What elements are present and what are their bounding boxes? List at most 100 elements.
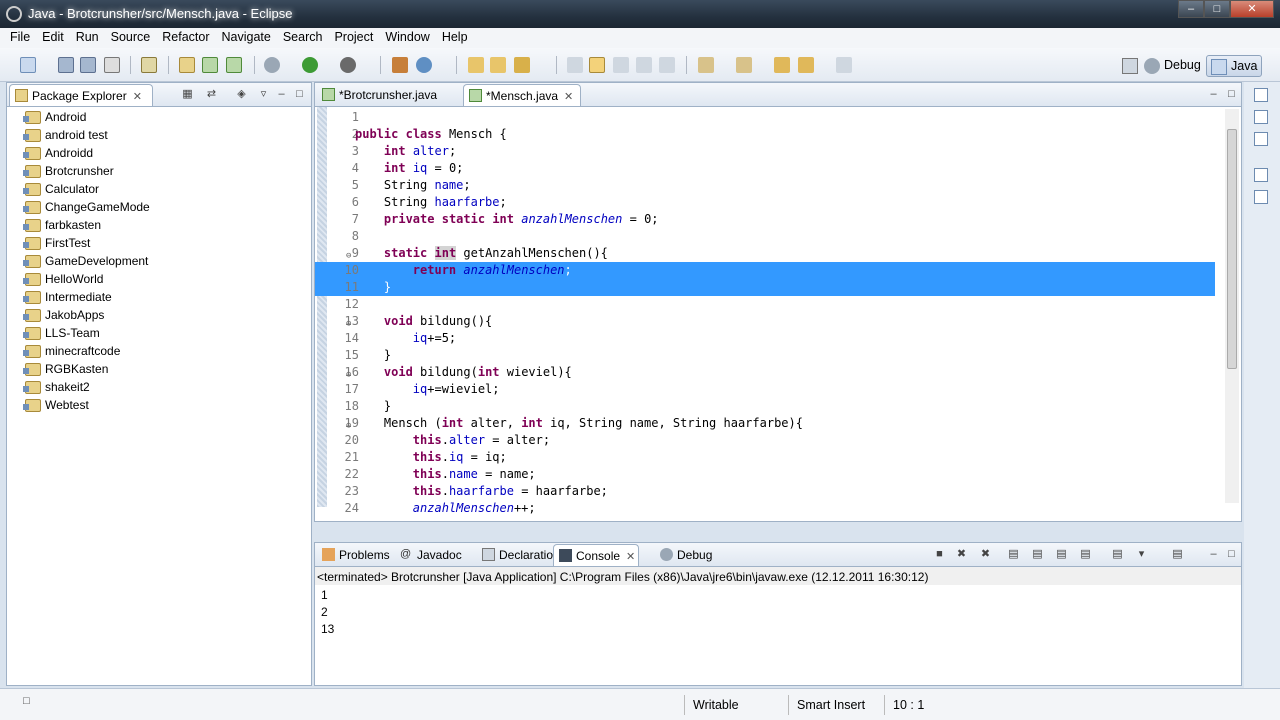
tree-item-webtest[interactable]: Webtest xyxy=(21,397,150,415)
tree-item-firsttest[interactable]: FirstTest xyxy=(21,235,150,253)
tree-item-changegamemode[interactable]: ChangeGameMode xyxy=(21,199,150,217)
tab-javadoc[interactable]: @ Javadoc xyxy=(395,544,477,566)
tree-item-intermediate[interactable]: Intermediate xyxy=(21,289,150,307)
tree-item-androidd[interactable]: Androidd xyxy=(21,145,150,163)
last-edit-icon[interactable] xyxy=(774,57,790,73)
task-list-icon[interactable] xyxy=(1254,190,1268,204)
view-menu-icon[interactable]: ▿ xyxy=(257,88,270,101)
menu-help[interactable]: Help xyxy=(436,28,474,48)
minimize-view-icon[interactable]: – xyxy=(275,88,288,101)
terminate-icon[interactable]: ■ xyxy=(933,548,946,561)
maximize-button[interactable]: □ xyxy=(1204,0,1230,18)
external-tools-icon[interactable] xyxy=(340,57,356,73)
vertical-scrollbar[interactable] xyxy=(1225,109,1239,503)
new-java-project-icon[interactable] xyxy=(179,57,195,73)
pilcrow-icon[interactable] xyxy=(659,57,675,73)
code-line[interactable]: 12 xyxy=(315,296,1215,313)
restore-icon[interactable] xyxy=(1254,88,1268,102)
remove-launch-icon[interactable]: ✖ xyxy=(955,548,968,561)
maximize-view-icon[interactable]: □ xyxy=(1225,88,1238,101)
code-line[interactable]: 6 String haarfarbe; xyxy=(315,194,1215,211)
code-line[interactable]: 2 public class Mensch { xyxy=(315,126,1215,143)
menu-search[interactable]: Search xyxy=(277,28,329,48)
code-line[interactable]: 18 } xyxy=(315,398,1215,415)
code-editor[interactable]: 1 2 public class Mensch {3 int alter; 4 int… xyxy=(315,107,1241,521)
code-line[interactable]: 20 this.alter = alter; xyxy=(315,432,1215,449)
minimize-view-icon[interactable]: – xyxy=(1207,548,1220,561)
forward-icon[interactable] xyxy=(836,57,852,73)
close-icon[interactable]: ✕ xyxy=(133,91,142,103)
debug-icon[interactable] xyxy=(264,57,280,73)
menu-run[interactable]: Run xyxy=(70,28,105,48)
clear-console-icon[interactable]: ▤ xyxy=(1007,548,1020,561)
tree-item-jakobapps[interactable]: JakobApps xyxy=(21,307,150,325)
close-button[interactable]: ✕ xyxy=(1230,0,1274,18)
code-line[interactable]: 5 String name; xyxy=(315,177,1215,194)
minimize-view-icon[interactable]: – xyxy=(1207,88,1220,101)
tab-problems[interactable]: Problems xyxy=(317,544,395,566)
tab-declaration[interactable]: Declaration xyxy=(477,544,563,566)
code-line[interactable]: 13 ⊖ void bildung(){ xyxy=(315,313,1215,330)
tab-mensch-java[interactable]: *Mensch.java ✕ xyxy=(463,84,581,106)
tree-item-lls-team[interactable]: LLS-Team xyxy=(21,325,150,343)
refresh-icon[interactable] xyxy=(416,57,432,73)
open-console-icon[interactable]: ▤ xyxy=(1171,548,1184,561)
code-line[interactable]: 19 ⊖ Mensch (int alter, int iq, String na… xyxy=(315,415,1215,432)
remove-all-icon[interactable]: ✖ xyxy=(979,548,992,561)
tree-item-brotcrunsher[interactable]: Brotcrunsher xyxy=(21,163,150,181)
open-resource-icon[interactable] xyxy=(490,57,506,73)
close-icon[interactable]: ✕ xyxy=(626,551,635,563)
perspective-java[interactable]: Java xyxy=(1206,55,1263,77)
menu-navigate[interactable]: Navigate xyxy=(216,28,277,48)
code-line[interactable]: 8 xyxy=(315,228,1215,245)
run-icon[interactable] xyxy=(302,57,318,73)
maximize-view-icon[interactable]: □ xyxy=(1225,548,1238,561)
new-package-icon[interactable] xyxy=(202,57,218,73)
code-line[interactable]: 17 iq+=wieviel; xyxy=(315,381,1215,398)
search-icon[interactable] xyxy=(514,57,530,73)
code-line[interactable]: 10 return anzahlMenschen; xyxy=(315,262,1215,279)
code-line[interactable]: 23 this.haarfarbe = haarfarbe; xyxy=(315,483,1215,500)
minimize-button[interactable]: – xyxy=(1178,0,1204,18)
code-line[interactable]: 22 this.name = name; xyxy=(315,466,1215,483)
focus-icon[interactable]: ◈ xyxy=(235,88,248,101)
restore-icon[interactable] xyxy=(1254,168,1268,182)
open-task-icon[interactable] xyxy=(141,57,157,73)
save-icon[interactable] xyxy=(58,57,74,73)
open-type-icon[interactable] xyxy=(468,57,484,73)
print-icon[interactable] xyxy=(104,57,120,73)
code-line[interactable]: 9 ⊖ static int getAnzahlMenschen(){ xyxy=(315,245,1215,262)
menu-window[interactable]: Window xyxy=(379,28,435,48)
code-line[interactable]: 3 int alter; xyxy=(315,143,1215,160)
new-class-icon[interactable] xyxy=(226,57,242,73)
new-icon[interactable] xyxy=(20,57,36,73)
save-all-icon[interactable] xyxy=(80,57,96,73)
menu-edit[interactable]: Edit xyxy=(36,28,70,48)
menu-file[interactable]: File xyxy=(4,28,36,48)
code-line[interactable]: 14 iq+=5; xyxy=(315,330,1215,347)
show-whitespace-icon[interactable] xyxy=(636,57,652,73)
tree-item-gamedevelopment[interactable]: GameDevelopment xyxy=(21,253,150,271)
link-editor-icon[interactable]: ⇄ xyxy=(205,88,218,101)
close-icon[interactable]: ✕ xyxy=(564,91,573,103)
display-console-icon[interactable]: ▤ xyxy=(1111,548,1124,561)
outline-icon[interactable] xyxy=(1254,110,1268,124)
block-selection-icon[interactable] xyxy=(613,57,629,73)
next-annotation-icon[interactable] xyxy=(698,57,714,73)
code-line[interactable]: 11 } xyxy=(315,279,1215,296)
menu-project[interactable]: Project xyxy=(328,28,379,48)
horizontal-scrollbar[interactable] xyxy=(355,507,1211,519)
prev-annotation-icon[interactable] xyxy=(736,57,752,73)
tree-item-rgbkasten[interactable]: RGBKasten xyxy=(21,361,150,379)
tree-item-calculator[interactable]: Calculator xyxy=(21,181,150,199)
scroll-thumb[interactable] xyxy=(1227,129,1237,369)
code-line[interactable]: 16 ⊖ void bildung(int wieviel){ xyxy=(315,364,1215,381)
tab-package-explorer[interactable]: Package Explorer ✕ xyxy=(9,84,153,106)
tree-item-farbkasten[interactable]: farbkasten xyxy=(21,217,150,235)
code-line[interactable]: 7 private static int anzahlMenschen = 0; xyxy=(315,211,1215,228)
collapse-all-icon[interactable]: ▦ xyxy=(181,88,194,101)
code-line[interactable]: 1 xyxy=(315,109,1215,126)
tree-item-shakeit2[interactable]: shakeit2 xyxy=(21,379,150,397)
fast-view-icon[interactable]: □ xyxy=(20,695,33,708)
code-line[interactable]: 15 } xyxy=(315,347,1215,364)
